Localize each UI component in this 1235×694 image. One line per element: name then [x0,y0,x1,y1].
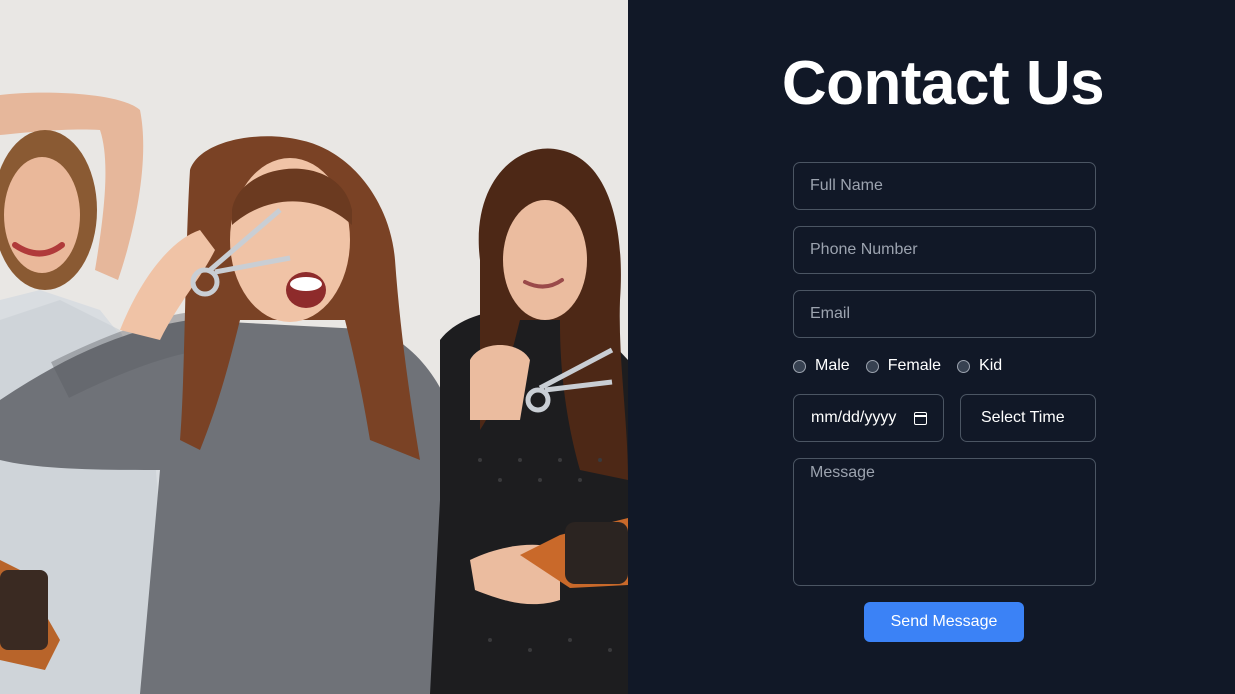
contact-page: Contact Us Male Female Kid mm/dd/yyyy Se… [0,0,1235,694]
phone-number-input[interactable] [793,226,1096,274]
radio-button-icon[interactable] [865,359,879,373]
date-input[interactable]: mm/dd/yyyy [793,394,944,442]
date-value: mm/dd/yyyy [811,409,897,426]
page-title: Contact Us [781,49,1105,118]
radio-female[interactable]: Female [865,357,942,375]
full-name-input[interactable] [793,162,1096,210]
email-input[interactable] [793,290,1096,338]
radio-button-icon[interactable] [793,359,806,373]
radio-male[interactable]: Male [793,357,850,375]
message-textarea[interactable] [793,458,1096,586]
time-select-value: Select Time [981,409,1065,426]
radio-male-label: Male [815,357,850,374]
radio-female-label: Female [887,357,942,374]
hero-photo [0,0,628,694]
gender-radio-group: Male Female Kid [793,354,1018,378]
radio-kid[interactable]: Kid [957,357,1002,375]
contact-panel: Contact Us Male Female Kid mm/dd/yyyy Se… [628,0,1235,694]
calendar-icon[interactable] [914,411,927,425]
send-message-button[interactable]: Send Message [864,602,1024,642]
radio-kid-label: Kid [979,357,1003,374]
stylists-photo-illustration [0,0,628,694]
time-select[interactable]: Select Time [960,394,1096,442]
radio-button-icon[interactable] [957,359,971,373]
